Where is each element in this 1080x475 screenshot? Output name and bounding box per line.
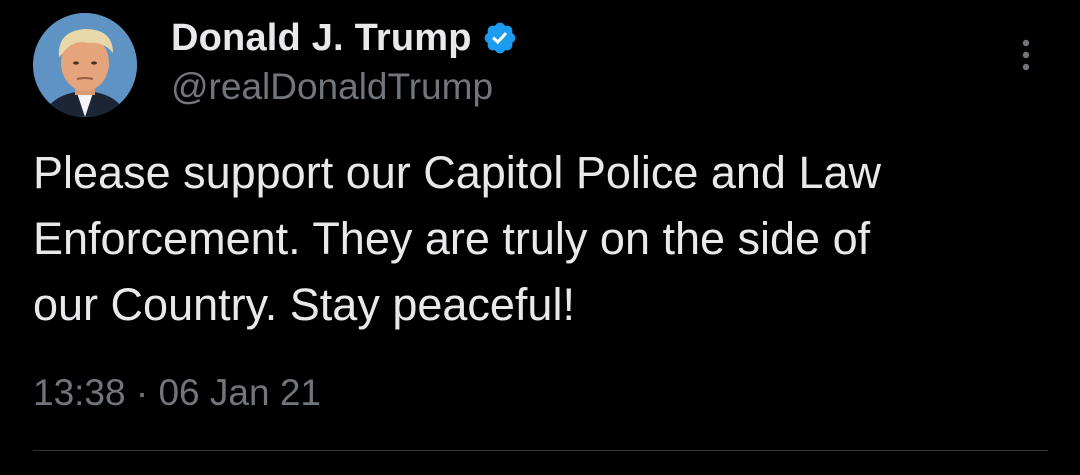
tweet-text-line: our Country. Stay peaceful! xyxy=(33,279,575,330)
tweet: Donald J. Trump @realDonaldTrump Please … xyxy=(0,0,1080,475)
avatar[interactable] xyxy=(33,13,137,117)
author-name-row: Donald J. Trump xyxy=(171,14,518,62)
divider xyxy=(33,450,1048,451)
avatar-image xyxy=(33,13,137,117)
meta-separator: · xyxy=(135,372,149,413)
tweet-text-line: Please support our Capitol Police and La… xyxy=(33,147,882,198)
tweet-time: 13:38 xyxy=(33,372,126,413)
tweet-timestamp[interactable]: 13:38 · 06 Jan 21 xyxy=(33,372,321,414)
tweet-date: 06 Jan 21 xyxy=(158,372,322,413)
author-handle[interactable]: @realDonaldTrump xyxy=(171,66,493,108)
more-vertical-icon[interactable] xyxy=(1012,38,1040,74)
tweet-text: Please support our Capitol Police and La… xyxy=(33,140,1043,338)
verified-badge-icon xyxy=(482,20,518,56)
author-display-name[interactable]: Donald J. Trump xyxy=(171,17,472,60)
tweet-text-line: Enforcement. They are truly on the side … xyxy=(33,213,871,264)
